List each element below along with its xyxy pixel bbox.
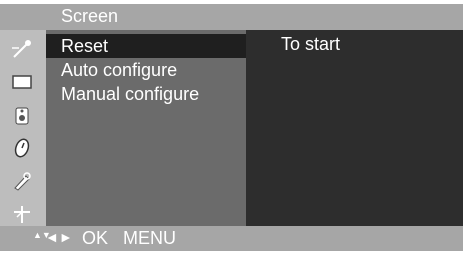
footer-bar: ▲▼ ◄► OK MENU — [0, 226, 463, 251]
option-icon[interactable] — [0, 164, 46, 197]
screen-icon[interactable] — [0, 65, 46, 98]
osd-menu: Screen Reset Auto configure Manual confi… — [0, 0, 471, 255]
menu-item-label: Reset — [61, 36, 109, 56]
menu-item-label: Manual configure — [61, 84, 200, 104]
menu-item-manual-configure[interactable]: Manual configure — [46, 82, 246, 106]
menu-title: Screen — [61, 6, 119, 26]
menu-button-hint: MENU — [123, 228, 176, 248]
title-bar: Screen — [0, 4, 463, 30]
detail-panel: To start — [246, 30, 463, 226]
menu-item-reset[interactable]: Reset — [46, 34, 246, 58]
menu-item-auto-configure[interactable]: Auto configure — [46, 58, 246, 82]
up-down-arrows-icon: ▲▼ — [33, 230, 51, 240]
time-icon[interactable] — [0, 131, 46, 164]
submenu-panel: Reset Auto configure Manual configure — [46, 30, 246, 226]
detail-text: To start — [281, 34, 341, 54]
icon-column — [0, 30, 46, 226]
ok-button-hint: OK — [82, 228, 109, 248]
audio-icon[interactable] — [0, 98, 46, 131]
picture-icon[interactable] — [0, 32, 46, 65]
menu-item-label: Auto configure — [61, 60, 178, 80]
left-right-arrows-icon: ◄► — [45, 229, 73, 245]
